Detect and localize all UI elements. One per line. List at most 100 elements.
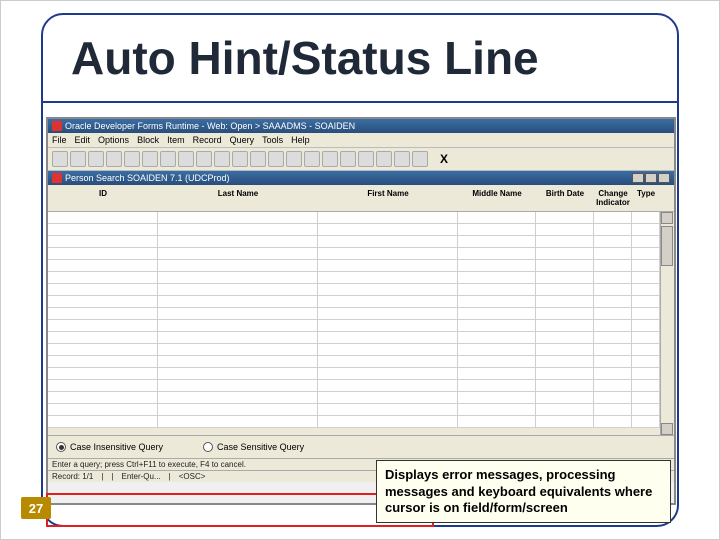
cell[interactable] <box>458 380 536 391</box>
cell[interactable] <box>594 404 632 415</box>
cell[interactable] <box>536 368 594 379</box>
toolbar-button-icon[interactable] <box>322 151 338 167</box>
cell[interactable] <box>318 272 458 283</box>
cell[interactable] <box>632 260 660 271</box>
cell[interactable] <box>318 356 458 367</box>
scroll-up-icon[interactable] <box>661 212 673 224</box>
cell[interactable] <box>48 308 158 319</box>
cell[interactable] <box>536 356 594 367</box>
table-row[interactable] <box>48 344 660 356</box>
table-row[interactable] <box>48 356 660 368</box>
vertical-scrollbar[interactable] <box>660 212 674 435</box>
cell[interactable] <box>48 380 158 391</box>
cell[interactable] <box>48 296 158 307</box>
cell[interactable] <box>536 260 594 271</box>
cell[interactable] <box>632 224 660 235</box>
cell[interactable] <box>458 356 536 367</box>
cell[interactable] <box>536 320 594 331</box>
toolbar-button-icon[interactable] <box>52 151 68 167</box>
cell[interactable] <box>536 332 594 343</box>
cell[interactable] <box>158 344 318 355</box>
table-row[interactable] <box>48 416 660 428</box>
cell[interactable] <box>318 236 458 247</box>
cell[interactable] <box>632 212 660 223</box>
table-row[interactable] <box>48 368 660 380</box>
cell[interactable] <box>536 212 594 223</box>
toolbar-button-icon[interactable] <box>88 151 104 167</box>
toolbar-button-icon[interactable] <box>70 151 86 167</box>
cell[interactable] <box>458 320 536 331</box>
table-row[interactable] <box>48 224 660 236</box>
cell[interactable] <box>318 284 458 295</box>
cell[interactable] <box>632 380 660 391</box>
menu-file[interactable]: File <box>52 135 67 145</box>
cell[interactable] <box>158 212 318 223</box>
cell[interactable] <box>158 320 318 331</box>
cell[interactable] <box>458 224 536 235</box>
cell[interactable] <box>594 236 632 247</box>
close-icon[interactable] <box>658 173 670 183</box>
cell[interactable] <box>458 308 536 319</box>
cell[interactable] <box>318 224 458 235</box>
table-row[interactable] <box>48 332 660 344</box>
cell[interactable] <box>158 404 318 415</box>
toolbar-button-icon[interactable] <box>214 151 230 167</box>
cell[interactable] <box>458 284 536 295</box>
cell[interactable] <box>594 368 632 379</box>
cell[interactable] <box>536 224 594 235</box>
cell[interactable] <box>158 248 318 259</box>
cell[interactable] <box>632 236 660 247</box>
cell[interactable] <box>48 392 158 403</box>
cell[interactable] <box>458 368 536 379</box>
toolbar-button-icon[interactable] <box>304 151 320 167</box>
cell[interactable] <box>158 296 318 307</box>
menu-item[interactable]: Item <box>167 135 185 145</box>
toolbar-button-icon[interactable] <box>160 151 176 167</box>
scroll-down-icon[interactable] <box>661 423 673 435</box>
cell[interactable] <box>318 296 458 307</box>
cell[interactable] <box>536 308 594 319</box>
cell[interactable] <box>594 320 632 331</box>
toolbar-button-icon[interactable] <box>340 151 356 167</box>
cell[interactable] <box>536 404 594 415</box>
cell[interactable] <box>594 380 632 391</box>
toolbar-button-icon[interactable] <box>142 151 158 167</box>
cell[interactable] <box>594 260 632 271</box>
toolbar-button-icon[interactable] <box>232 151 248 167</box>
table-row[interactable] <box>48 272 660 284</box>
cell[interactable] <box>318 320 458 331</box>
cell[interactable] <box>318 212 458 223</box>
cell[interactable] <box>158 284 318 295</box>
cell[interactable] <box>158 392 318 403</box>
table-row[interactable] <box>48 212 660 224</box>
cell[interactable] <box>458 260 536 271</box>
cell[interactable] <box>318 404 458 415</box>
cell[interactable] <box>594 296 632 307</box>
cell[interactable] <box>632 368 660 379</box>
cell[interactable] <box>318 308 458 319</box>
cell[interactable] <box>158 272 318 283</box>
table-row[interactable] <box>48 260 660 272</box>
cell[interactable] <box>48 344 158 355</box>
cell[interactable] <box>158 368 318 379</box>
cell[interactable] <box>632 308 660 319</box>
menu-edit[interactable]: Edit <box>75 135 91 145</box>
table-row[interactable] <box>48 404 660 416</box>
cell[interactable] <box>632 248 660 259</box>
table-row[interactable] <box>48 236 660 248</box>
maximize-icon[interactable] <box>645 173 657 183</box>
table-row[interactable] <box>48 392 660 404</box>
cell[interactable] <box>318 332 458 343</box>
toolbar-button-icon[interactable] <box>124 151 140 167</box>
table-row[interactable] <box>48 380 660 392</box>
cell[interactable] <box>318 248 458 259</box>
toolbar-button-icon[interactable] <box>196 151 212 167</box>
cell[interactable] <box>594 356 632 367</box>
toolbar-button-icon[interactable] <box>250 151 266 167</box>
toolbar-button-icon[interactable] <box>376 151 392 167</box>
cell[interactable] <box>632 332 660 343</box>
cell[interactable] <box>594 248 632 259</box>
cell[interactable] <box>536 236 594 247</box>
cell[interactable] <box>458 236 536 247</box>
cell[interactable] <box>48 236 158 247</box>
